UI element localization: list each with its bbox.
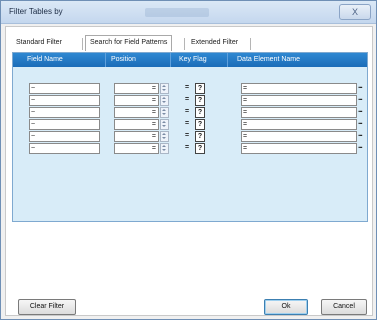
key-flag-operator: = bbox=[185, 96, 190, 103]
position-spinner[interactable] bbox=[160, 131, 169, 142]
key-flag-checkbox[interactable]: ? bbox=[195, 143, 205, 154]
table-row: ~ = = ? = ... bbox=[13, 105, 367, 118]
filter-dialog: Filter Tables by X Standard Filter Searc… bbox=[0, 0, 377, 320]
blurred-title-overlay bbox=[145, 8, 209, 17]
data-element-input[interactable]: = bbox=[241, 83, 357, 94]
position-operator: = bbox=[151, 121, 156, 128]
data-element-input[interactable]: = bbox=[241, 131, 357, 142]
table-row: ~ = = ? = ... bbox=[13, 117, 367, 130]
header-separator bbox=[227, 53, 228, 67]
position-spinner[interactable] bbox=[160, 95, 169, 106]
data-element-input[interactable]: = bbox=[241, 143, 357, 154]
key-flag-checkbox[interactable]: ? bbox=[195, 131, 205, 142]
data-element-input[interactable]: = bbox=[241, 119, 357, 130]
position-operator: = bbox=[151, 133, 156, 140]
position-input[interactable]: = bbox=[114, 131, 159, 142]
close-button[interactable]: X bbox=[339, 4, 371, 20]
field-name-input[interactable]: ~ bbox=[29, 107, 100, 118]
field-name-input[interactable]: ~ bbox=[29, 95, 100, 106]
data-element-input[interactable]: = bbox=[241, 107, 357, 118]
spin-down-icon[interactable] bbox=[162, 125, 166, 127]
position-input[interactable]: = bbox=[114, 95, 159, 106]
key-flag-checkbox[interactable]: ? bbox=[195, 107, 205, 118]
field-name-input[interactable]: ~ bbox=[29, 83, 100, 94]
position-spinner[interactable] bbox=[160, 143, 169, 154]
tab-separator bbox=[82, 38, 83, 50]
dialog-title: Filter Tables by bbox=[9, 7, 63, 16]
spin-down-icon[interactable] bbox=[162, 101, 166, 103]
header-separator bbox=[170, 53, 171, 67]
position-input[interactable]: = bbox=[114, 83, 159, 94]
key-flag-operator: = bbox=[185, 120, 190, 127]
spin-up-icon[interactable] bbox=[162, 145, 166, 147]
key-flag-checkbox[interactable]: ? bbox=[195, 83, 205, 94]
field-name-input[interactable]: ~ bbox=[29, 131, 100, 142]
tab-standard-filter[interactable]: Standard Filter bbox=[12, 36, 66, 50]
table-row: ~ = = ? = ... bbox=[13, 129, 367, 142]
data-element-input[interactable]: = bbox=[241, 95, 357, 106]
spin-up-icon[interactable] bbox=[162, 133, 166, 135]
spin-down-icon[interactable] bbox=[162, 137, 166, 139]
position-input[interactable]: = bbox=[114, 143, 159, 154]
tab-separator bbox=[184, 38, 185, 50]
spin-down-icon[interactable] bbox=[162, 113, 166, 115]
pattern-grid: Field Name Position Key Flag Data Elemen… bbox=[12, 52, 368, 222]
key-flag-checkbox[interactable]: ? bbox=[195, 95, 205, 106]
position-spinner[interactable] bbox=[160, 119, 169, 130]
table-row: ~ = = ? = ... bbox=[13, 141, 367, 154]
ok-button[interactable]: Ok bbox=[264, 299, 308, 315]
spin-up-icon[interactable] bbox=[162, 109, 166, 111]
more-options-button[interactable]: ... bbox=[358, 117, 363, 126]
more-options-button[interactable]: ... bbox=[358, 93, 363, 102]
header-data-element-name: Data Element Name bbox=[237, 56, 301, 63]
position-operator: = bbox=[151, 97, 156, 104]
key-flag-operator: = bbox=[185, 108, 190, 115]
key-flag-checkbox[interactable]: ? bbox=[195, 119, 205, 130]
position-spinner[interactable] bbox=[160, 83, 169, 94]
table-row: ~ = = ? = ... bbox=[13, 81, 367, 94]
header-position: Position bbox=[111, 56, 136, 63]
field-name-input[interactable]: ~ bbox=[29, 119, 100, 130]
key-flag-operator: = bbox=[185, 132, 190, 139]
tab-search-field-patterns[interactable]: Search for Field Patterns bbox=[85, 35, 173, 51]
more-options-button[interactable]: ... bbox=[358, 141, 363, 150]
position-operator: = bbox=[151, 85, 156, 92]
header-field-name: Field Name bbox=[27, 56, 63, 63]
key-flag-operator: = bbox=[185, 84, 190, 91]
spin-down-icon[interactable] bbox=[162, 149, 166, 151]
position-input[interactable]: = bbox=[114, 107, 159, 118]
tab-extended-filter[interactable]: Extended Filter bbox=[187, 36, 242, 50]
spin-up-icon[interactable] bbox=[162, 121, 166, 123]
header-key-flag: Key Flag bbox=[179, 56, 207, 63]
more-options-button[interactable]: ... bbox=[358, 81, 363, 90]
cancel-button[interactable]: Cancel bbox=[321, 299, 367, 315]
spin-up-icon[interactable] bbox=[162, 97, 166, 99]
spin-up-icon[interactable] bbox=[162, 85, 166, 87]
spin-down-icon[interactable] bbox=[162, 89, 166, 91]
dialog-content: Standard Filter Search for Field Pattern… bbox=[5, 26, 373, 316]
position-operator: = bbox=[151, 109, 156, 116]
clear-filter-button[interactable]: Clear Filter bbox=[18, 299, 76, 315]
position-operator: = bbox=[151, 145, 156, 152]
position-spinner[interactable] bbox=[160, 107, 169, 118]
field-name-input[interactable]: ~ bbox=[29, 143, 100, 154]
more-options-button[interactable]: ... bbox=[358, 105, 363, 114]
header-separator bbox=[105, 53, 106, 67]
more-options-button[interactable]: ... bbox=[358, 129, 363, 138]
title-bar: Filter Tables by X bbox=[1, 1, 376, 24]
table-row: ~ = = ? = ... bbox=[13, 93, 367, 106]
position-input[interactable]: = bbox=[114, 119, 159, 130]
grid-header: Field Name Position Key Flag Data Elemen… bbox=[13, 53, 367, 67]
key-flag-operator: = bbox=[185, 144, 190, 151]
tab-separator bbox=[250, 38, 251, 50]
